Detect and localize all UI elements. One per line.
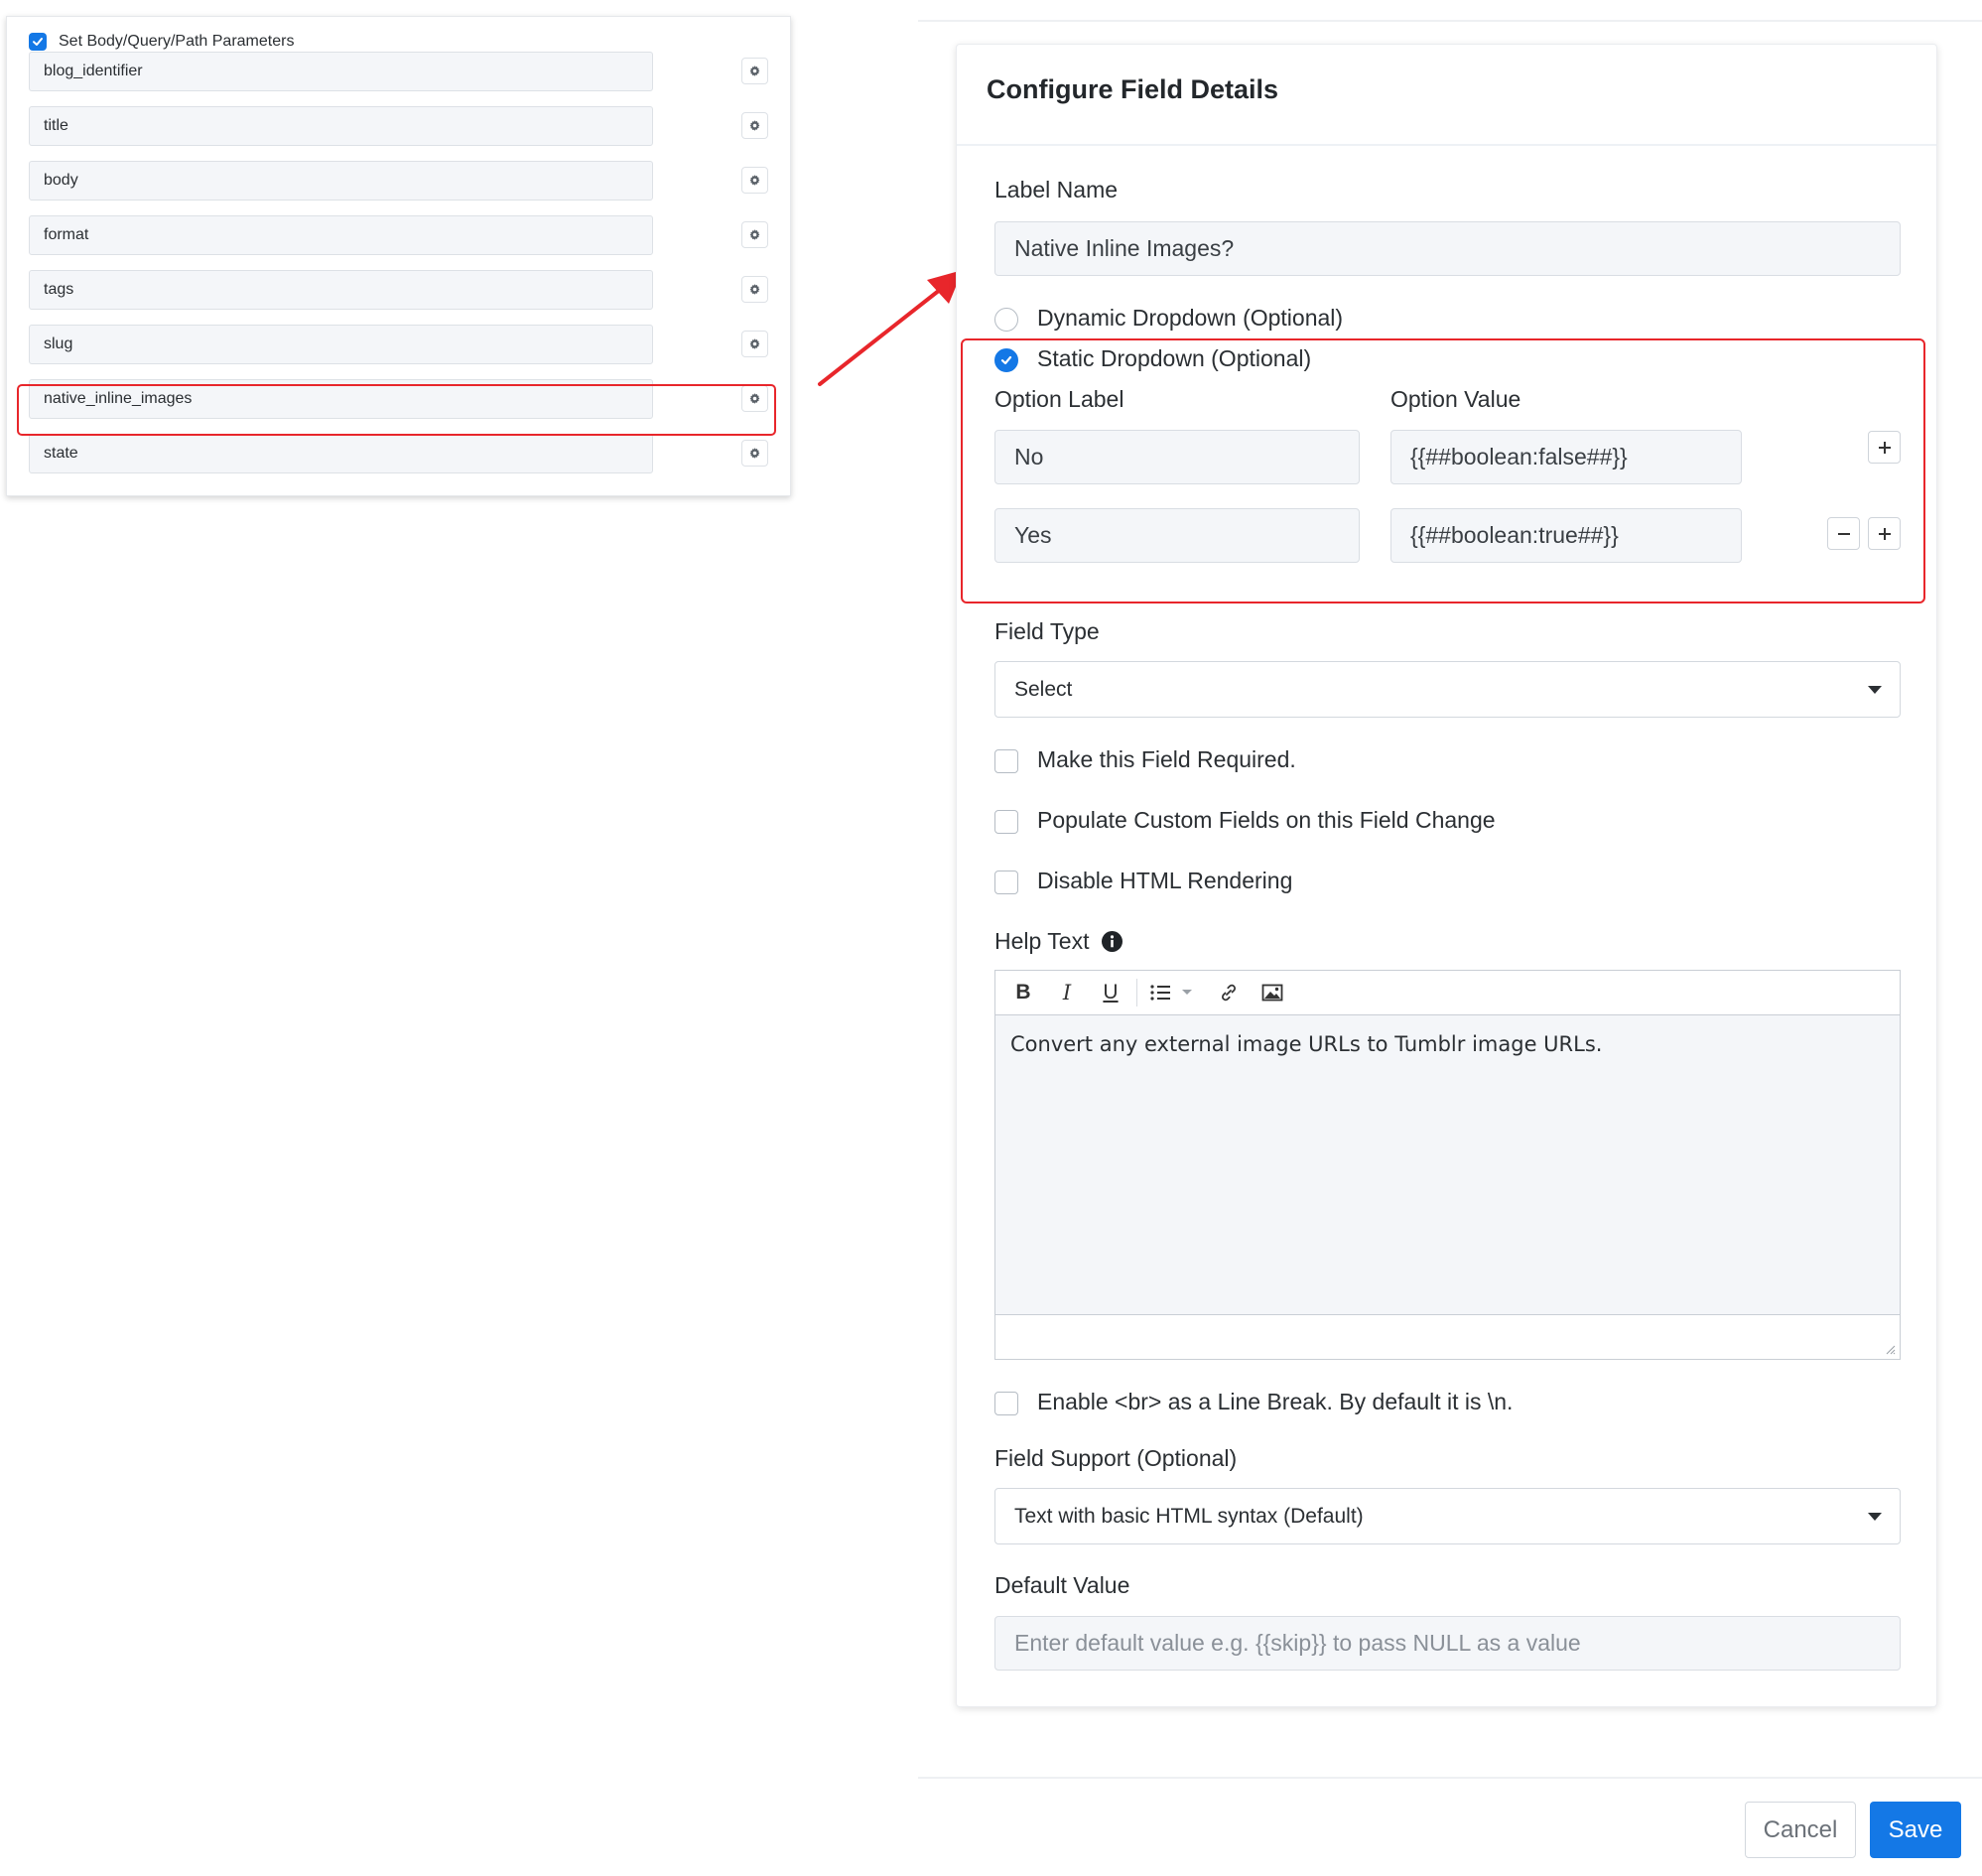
disable-html-checkbox[interactable]: [994, 871, 1018, 894]
disable-html-label: Disable HTML Rendering: [1037, 868, 1293, 893]
required-label: Make this Field Required.: [1037, 746, 1296, 772]
bold-button[interactable]: B: [1011, 980, 1035, 1005]
help-text-content[interactable]: Convert any external image URLs to Tumbl…: [1010, 1032, 1602, 1056]
gear-icon: [749, 175, 760, 186]
list-icon: [1150, 985, 1192, 1001]
field-type-value: Select: [1014, 678, 1073, 701]
param-settings-button[interactable]: [741, 331, 768, 357]
dynamic-dropdown-label: Dynamic Dropdown (Optional): [1037, 305, 1344, 331]
italic-button[interactable]: I: [1055, 980, 1079, 1005]
param-settings-button[interactable]: [741, 221, 768, 248]
param-settings-button[interactable]: [741, 167, 768, 194]
caret-down-icon: [1868, 1512, 1882, 1521]
label-name-label: Label Name: [994, 177, 1119, 202]
dialog-header: Configure Field Details: [957, 45, 1936, 146]
info-icon[interactable]: [1101, 931, 1123, 952]
param-field[interactable]: blog_identifier: [29, 52, 653, 91]
field-type-select[interactable]: Select: [994, 661, 1901, 718]
param-row: tags: [29, 270, 773, 310]
param-row: title: [29, 106, 773, 146]
gear-icon: [749, 284, 760, 295]
help-text-heading: Help Text: [994, 928, 1123, 955]
param-settings-button[interactable]: [741, 58, 768, 84]
line-break-label: Enable <br> as a Line Break. By default …: [1037, 1389, 1514, 1414]
required-checkbox[interactable]: [994, 749, 1018, 773]
param-settings-button[interactable]: [741, 276, 768, 303]
param-field[interactable]: tags: [29, 270, 653, 310]
param-field[interactable]: body: [29, 161, 653, 201]
gear-icon: [749, 66, 760, 76]
dialog-title: Configure Field Details: [987, 74, 1279, 104]
param-field[interactable]: format: [29, 215, 653, 255]
image-button[interactable]: [1259, 980, 1285, 1005]
param-row: body: [29, 161, 773, 201]
divider: [918, 1777, 1982, 1779]
parameters-panel: Set Body/Query/Path Parameters blog_iden…: [6, 16, 791, 496]
help-text-label: Help Text: [994, 928, 1090, 954]
field-type-label: Field Type: [994, 618, 1100, 644]
line-break-checkbox[interactable]: [994, 1392, 1018, 1415]
populate-label: Populate Custom Fields on this Field Cha…: [1037, 807, 1496, 833]
help-text-editor: B I U Convert any external image URLs to…: [994, 970, 1901, 1360]
dynamic-dropdown-radio[interactable]: [994, 308, 1018, 332]
param-row: state: [29, 434, 773, 473]
param-row: format: [29, 215, 773, 255]
annotation-arrow-icon: [818, 270, 963, 386]
link-button[interactable]: [1216, 980, 1242, 1005]
populate-checkbox[interactable]: [994, 810, 1018, 834]
highlight-box: [17, 384, 776, 436]
divider: [918, 20, 1982, 22]
param-field[interactable]: slug: [29, 325, 653, 364]
list-dropdown-button[interactable]: [1146, 980, 1206, 1005]
editor-toolbar: B I U: [995, 971, 1900, 1015]
param-settings-button[interactable]: [741, 440, 768, 467]
param-row: blog_identifier: [29, 52, 773, 91]
default-value-input[interactable]: Enter default value e.g. {{skip}} to pas…: [994, 1616, 1901, 1671]
highlight-box: [961, 338, 1925, 603]
gear-icon: [749, 229, 760, 240]
label-name-input[interactable]: Native Inline Images?: [994, 221, 1901, 276]
toolbar-divider: [1136, 979, 1137, 1006]
field-support-select[interactable]: Text with basic HTML syntax (Default): [994, 1488, 1901, 1544]
param-field[interactable]: title: [29, 106, 653, 146]
field-support-value: Text with basic HTML syntax (Default): [1014, 1505, 1364, 1528]
image-icon: [1261, 984, 1283, 1002]
gear-icon: [749, 448, 760, 459]
field-support-label: Field Support (Optional): [994, 1445, 1238, 1471]
save-button[interactable]: Save: [1870, 1802, 1961, 1858]
param-row: slug: [29, 325, 773, 364]
default-value-label: Default Value: [994, 1572, 1130, 1598]
gear-icon: [749, 338, 760, 349]
underline-button[interactable]: U: [1099, 980, 1123, 1005]
param-settings-button[interactable]: [741, 112, 768, 139]
editor-status-bar: [995, 1314, 1900, 1359]
param-field[interactable]: state: [29, 434, 653, 473]
set-parameters-checkbox[interactable]: [29, 33, 47, 51]
link-icon: [1222, 984, 1236, 1002]
caret-down-icon: [1868, 685, 1882, 694]
resize-grip-icon[interactable]: [1884, 1343, 1896, 1355]
set-parameters-label: Set Body/Query/Path Parameters: [59, 33, 295, 50]
cancel-button[interactable]: Cancel: [1745, 1802, 1856, 1858]
gear-icon: [749, 120, 760, 131]
checkmark-icon: [33, 38, 43, 46]
